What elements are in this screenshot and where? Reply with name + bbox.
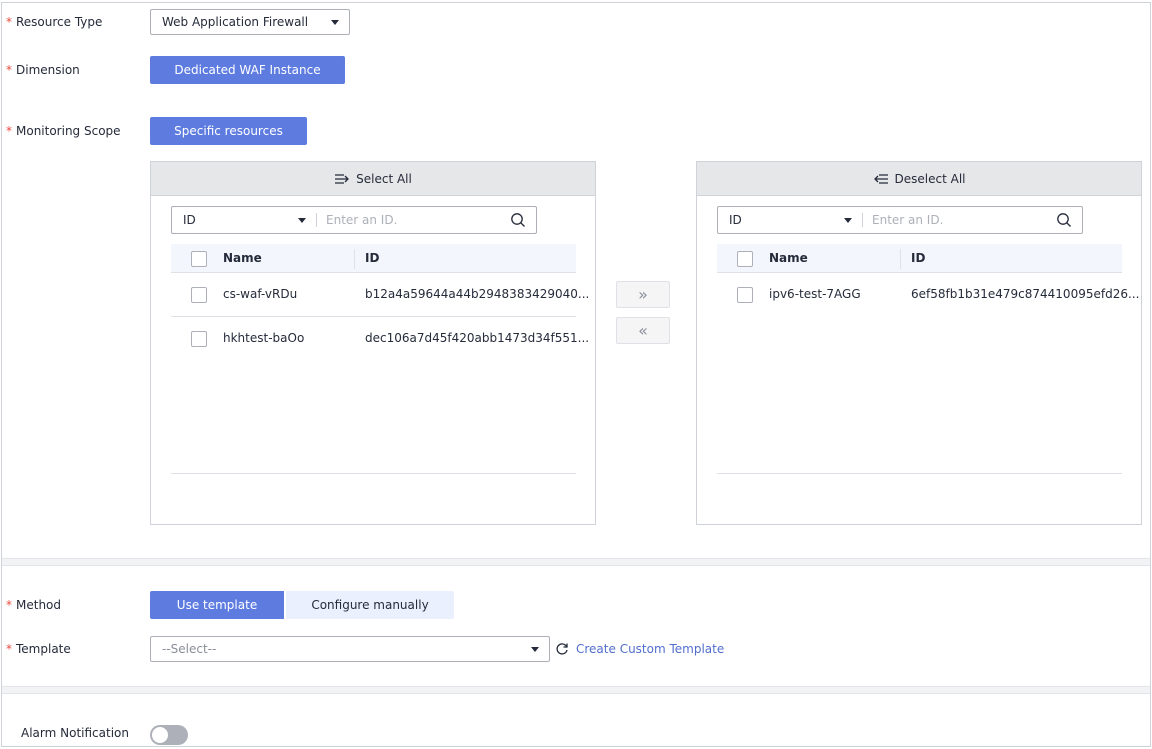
target-table: Name ID ipv6-test-7AGG 6ef58fb1b31e479c8… [717,244,1139,317]
column-divider [354,249,355,269]
section-divider [2,686,1150,694]
search-icon[interactable] [1056,212,1072,228]
move-right-button[interactable]: » [616,281,670,308]
resource-type-value: Web Application Firewall [162,15,309,29]
use-template-button[interactable]: Use template [150,591,284,619]
source-search: ID Enter an ID. [171,206,537,234]
template-placeholder: --Select-- [162,642,217,656]
toggle-knob [152,727,168,743]
dimension-label: * Dimension [6,63,80,77]
row-name: ipv6-test-7AGG [769,287,861,301]
select-all-icon [335,173,350,184]
search-icon[interactable] [510,212,526,228]
table-bottom-line [171,473,576,474]
row-id: 6ef58fb1b31e479c874410095efd26... [911,287,1140,301]
method-label: * Method [6,598,62,612]
column-id: ID [365,251,380,265]
chevron-down-icon[interactable] [298,218,306,223]
table-row[interactable]: ipv6-test-7AGG 6ef58fb1b31e479c874410095… [717,273,1139,317]
create-custom-template-link[interactable]: Create Custom Template [576,642,724,656]
template-label: * Template [6,642,71,656]
row-name: hkhtest-baOo [223,331,305,345]
monitoring-scope-label: * Monitoring Scope [6,124,121,138]
section-divider [2,558,1150,566]
select-all-label: Select All [356,171,412,186]
column-divider [900,249,901,269]
transfer-target-panel: Deselect All ID Enter an ID. Name ID ipv… [696,161,1142,525]
target-search-input[interactable]: Enter an ID. [872,213,943,227]
search-separator [316,213,317,227]
deselect-all-icon [873,173,888,184]
alarm-notification-label: Alarm Notification [21,726,129,740]
configure-manually-button[interactable]: Configure manually [286,591,454,619]
resource-type-label: * Resource Type [6,15,103,29]
move-left-button[interactable]: « [616,317,670,344]
source-table: Name ID cs-waf-vRDu b12a4a59644a44b29483… [171,244,589,361]
table-row[interactable]: cs-waf-vRDu b12a4a59644a44b2948383429040… [171,273,589,317]
source-select-all-checkbox[interactable] [191,251,207,267]
dimension-button[interactable]: Dedicated WAF Instance [150,56,345,84]
deselect-all-button[interactable]: Deselect All [697,162,1141,196]
row-checkbox[interactable] [737,287,753,303]
target-select-all-checkbox[interactable] [737,251,753,267]
target-filter-field[interactable]: ID [729,213,742,227]
target-table-header: Name ID [717,244,1122,273]
select-all-button[interactable]: Select All [151,162,595,196]
row-name: cs-waf-vRDu [223,287,298,301]
template-select[interactable]: --Select-- [150,636,550,662]
deselect-all-label: Deselect All [894,171,966,186]
monitoring-scope-button[interactable]: Specific resources [150,117,307,145]
column-id: ID [911,251,926,265]
chevron-down-icon [331,20,339,25]
row-id: dec106a7d45f420abb1473d34f551... [365,331,590,345]
source-search-input[interactable]: Enter an ID. [326,213,397,227]
target-search: ID Enter an ID. [717,206,1083,234]
row-id: b12a4a59644a44b2948383429040... [365,287,590,301]
source-table-header: Name ID [171,244,576,273]
transfer-source-panel: Select All ID Enter an ID. Name ID cs-wa… [150,161,596,525]
column-name: Name [223,251,262,265]
column-name: Name [769,251,808,265]
refresh-icon[interactable] [555,642,569,656]
table-bottom-line [717,473,1122,474]
source-filter-field[interactable]: ID [183,213,196,227]
resource-type-select[interactable]: Web Application Firewall [150,9,350,35]
alarm-notification-toggle[interactable] [150,725,188,745]
table-row[interactable]: hkhtest-baOo dec106a7d45f420abb1473d34f5… [171,317,589,361]
chevron-down-icon[interactable] [844,218,852,223]
search-separator [862,213,863,227]
row-checkbox[interactable] [191,331,207,347]
chevron-down-icon [531,647,539,652]
row-checkbox[interactable] [191,287,207,303]
